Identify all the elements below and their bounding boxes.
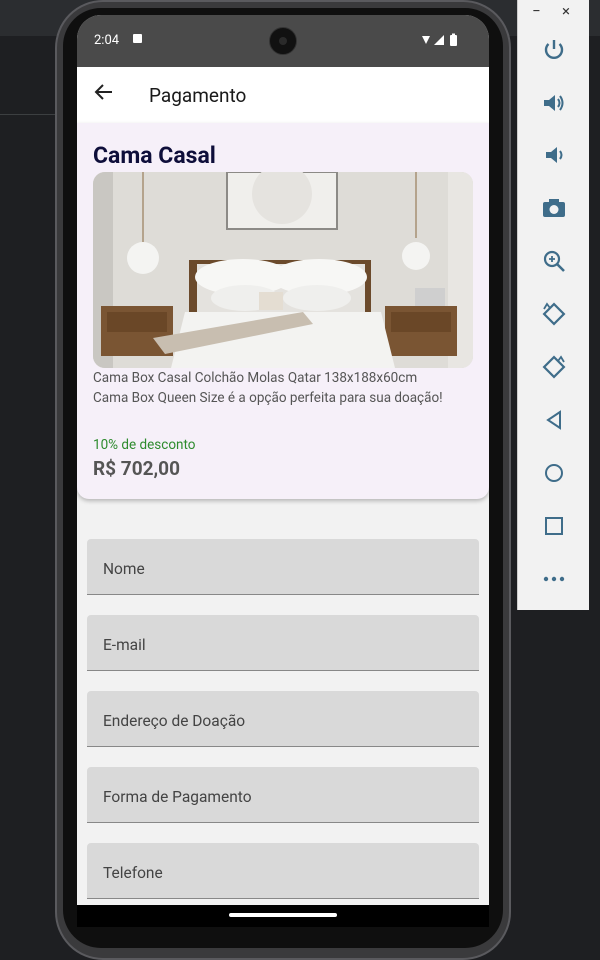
status-time: 2:04 bbox=[94, 33, 120, 48]
product-title: Cama Casal bbox=[93, 142, 216, 169]
email-field-label: E-mail bbox=[103, 636, 146, 654]
zoom-in-icon[interactable] bbox=[518, 241, 589, 281]
back-arrow-icon[interactable] bbox=[93, 81, 115, 109]
product-description: Cama Box Casal Colchão Molas Qatar 138x1… bbox=[93, 368, 483, 408]
back-icon[interactable] bbox=[518, 400, 589, 440]
name-field[interactable]: Nome bbox=[87, 539, 479, 595]
description-line-1: Cama Box Casal Colchão Molas Qatar 138x1… bbox=[93, 370, 418, 386]
description-line-2: Cama Box Queen Size é a opção perfeita p… bbox=[93, 390, 443, 406]
notification-icon bbox=[133, 34, 142, 43]
rotate-right-icon[interactable] bbox=[518, 347, 589, 387]
close-button[interactable]: × bbox=[562, 2, 570, 20]
product-image bbox=[93, 172, 473, 368]
rotate-left-icon[interactable] bbox=[518, 294, 589, 334]
volume-up-icon[interactable] bbox=[518, 83, 589, 123]
device-screen: 2:04 Pagamento Cama Casal Cama Box Casal… bbox=[77, 15, 489, 927]
donation-address-field-label: Endereço de Doação bbox=[103, 712, 246, 730]
price-label: R$ 702,00 bbox=[93, 457, 180, 480]
overview-icon[interactable] bbox=[518, 506, 589, 546]
front-camera bbox=[269, 27, 297, 55]
discount-label: 10% de desconto bbox=[93, 437, 196, 453]
emulator-side-panel: − × bbox=[517, 0, 589, 610]
signal-battery-icon bbox=[422, 33, 457, 46]
status-icons bbox=[421, 33, 465, 50]
product-card: Cama Casal Cama Box Casal Colchão Molas … bbox=[77, 123, 489, 499]
page-title: Pagamento bbox=[149, 84, 247, 107]
payment-method-field-label: Forma de Pagamento bbox=[103, 788, 252, 806]
phone-field[interactable]: Telefone bbox=[87, 843, 479, 899]
power-icon[interactable] bbox=[518, 30, 589, 70]
home-icon[interactable] bbox=[518, 453, 589, 493]
gesture-nav-bar bbox=[77, 905, 489, 927]
camera-icon[interactable] bbox=[518, 188, 589, 228]
name-field-label: Nome bbox=[103, 560, 145, 578]
minimize-button[interactable]: − bbox=[532, 2, 541, 20]
status-bar: 2:04 bbox=[77, 15, 489, 67]
home-gesture-pill[interactable] bbox=[229, 913, 337, 917]
donation-address-field[interactable]: Endereço de Doação bbox=[87, 691, 479, 747]
app-bar: Pagamento bbox=[77, 67, 489, 123]
volume-down-icon[interactable] bbox=[518, 135, 589, 175]
email-field[interactable]: E-mail bbox=[87, 615, 479, 671]
phone-field-label: Telefone bbox=[103, 864, 163, 882]
more-icon[interactable] bbox=[518, 559, 589, 599]
payment-method-field[interactable]: Forma de Pagamento bbox=[87, 767, 479, 823]
